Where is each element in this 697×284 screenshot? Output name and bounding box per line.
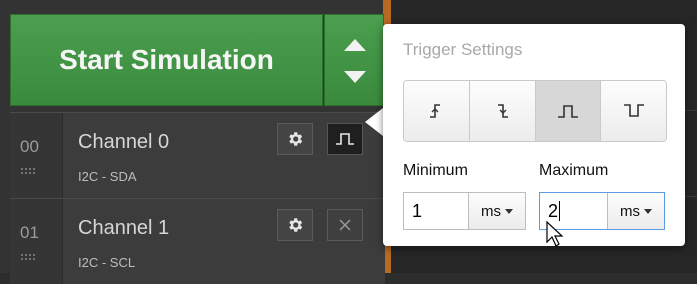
popup-title: Trigger Settings [403, 40, 523, 59]
rising-edge-icon [430, 104, 441, 118]
trigger-mode-positive-pulse[interactable] [535, 81, 602, 141]
chevron-down-icon [644, 208, 652, 214]
popup-arrow [365, 108, 383, 136]
trigger-mode-falling-edge[interactable] [469, 81, 536, 141]
falling-edge-icon [498, 104, 509, 118]
trigger-mode-rising-edge[interactable] [404, 81, 470, 141]
start-simulation-button[interactable]: Start Simulation [10, 14, 323, 106]
minimum-label: Minimum [403, 162, 468, 179]
trigger-settings-popup: Trigger Settings Minimum Maximum 1 ms 2 … [383, 24, 685, 247]
channel-number: 01 [20, 223, 39, 242]
close-icon [339, 219, 351, 231]
drag-handle-icon[interactable] [20, 253, 36, 261]
text-caret [559, 201, 561, 221]
positive-pulse-icon [557, 105, 578, 118]
channel-number: 00 [20, 137, 39, 156]
start-simulation-label: Start Simulation [59, 44, 274, 75]
channel-row[interactable]: 01 Channel 1 I2C - SCL [10, 198, 385, 284]
minimum-input[interactable]: 1 [404, 193, 468, 229]
arrow-down-icon [344, 71, 366, 83]
channel-name: Channel 1 [78, 217, 170, 239]
channel-protocol: I2C - SCL [78, 255, 136, 270]
minimum-field: 1 ms [403, 192, 526, 230]
channel-settings-button[interactable] [277, 123, 313, 155]
trigger-button[interactable] [327, 209, 363, 241]
channel-row[interactable]: 00 Channel 0 I2C - SDA [10, 112, 385, 198]
minimum-unit-label: ms [481, 202, 501, 220]
arrow-up-icon [344, 39, 366, 51]
maximum-unit-dropdown[interactable]: ms [607, 193, 664, 229]
left-panel: Start Simulation 00 Channel 0 I2C - SDA … [0, 0, 385, 284]
trigger-mode-negative-pulse[interactable] [601, 81, 666, 141]
speed-stepper-button[interactable] [324, 14, 384, 106]
gear-icon [289, 132, 303, 146]
minimum-unit-dropdown[interactable]: ms [468, 193, 525, 229]
text-cursor-icon [546, 220, 564, 247]
gear-icon [289, 218, 303, 232]
maximum-input-value: 2 [548, 200, 559, 221]
positive-pulse-icon [336, 133, 354, 145]
chevron-down-icon [505, 208, 513, 214]
channel-number-cell: 01 [10, 199, 63, 284]
channel-name: Channel 0 [78, 131, 170, 153]
trigger-mode-selector [403, 80, 667, 142]
channel-number-cell: 00 [10, 113, 63, 198]
channel-settings-button[interactable] [277, 209, 313, 241]
negative-pulse-icon [623, 104, 644, 117]
maximum-unit-label: ms [620, 202, 640, 220]
drag-handle-icon[interactable] [20, 167, 36, 175]
trigger-button[interactable] [327, 123, 363, 155]
channel-protocol: I2C - SDA [78, 169, 137, 184]
maximum-label: Maximum [539, 162, 609, 179]
